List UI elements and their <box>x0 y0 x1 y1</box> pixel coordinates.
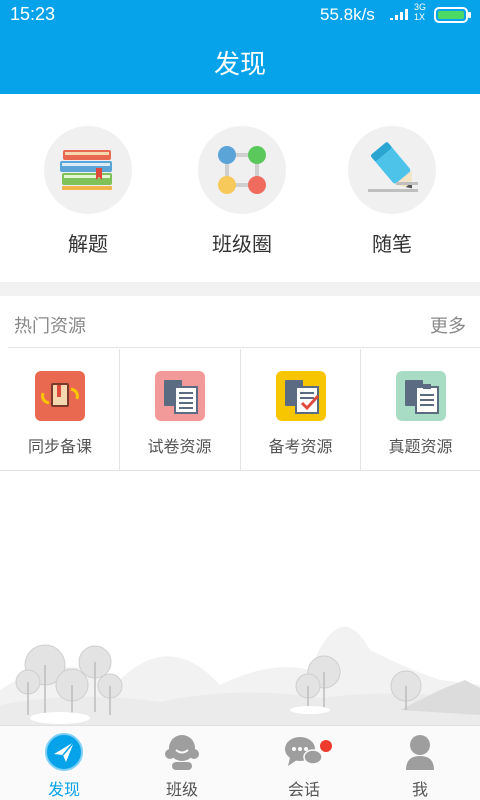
nav-label: 发现 <box>47 780 80 799</box>
quick-entries: 解题 班级圈 随笔 <box>0 94 480 282</box>
more-link[interactable]: 更多 <box>430 312 466 338</box>
resource-exam-paper[interactable]: 试卷资源 <box>119 349 239 471</box>
pencil-note-icon <box>348 126 436 214</box>
nav-chat[interactable]: 会话 <box>244 726 364 800</box>
status-bar: 15:23 55.8k/s 3G 1X <box>0 0 480 30</box>
real-exam-icon <box>395 371 446 421</box>
quick-entry-label: 随笔 <box>372 232 412 256</box>
nav-discover[interactable]: 发现 <box>4 726 124 800</box>
class-icon <box>165 735 199 770</box>
nav-class[interactable]: 班级 <box>122 726 242 800</box>
resource-sync-lesson[interactable]: 同步备课 <box>0 349 120 471</box>
resource-exam-prep[interactable]: 备考资源 <box>240 349 360 471</box>
section-divider <box>0 282 480 296</box>
landscape-illustration <box>0 626 480 725</box>
resource-real-exam[interactable]: 真题资源 <box>360 349 480 471</box>
page-title: 发现 <box>213 50 266 80</box>
section-title: 热门资源 <box>14 316 86 337</box>
quick-entry-notes[interactable]: 随笔 <box>332 126 452 257</box>
network-type-top: 3G <box>414 2 427 12</box>
nav-label: 会话 <box>287 780 320 799</box>
quick-entry-solve[interactable]: 解题 <box>28 126 148 257</box>
signal-icon <box>390 9 408 20</box>
network-speed: 55.8k/s <box>320 5 375 24</box>
quick-entry-label: 解题 <box>68 232 108 256</box>
status-time: 15:23 <box>10 4 56 24</box>
exam-paper-icon <box>154 371 205 421</box>
bottom-nav: 发现 班级 会话 我 <box>0 725 480 800</box>
discover-icon <box>45 733 83 771</box>
quick-entry-label: 班级圈 <box>212 232 272 256</box>
nav-me[interactable]: 我 <box>360 726 480 800</box>
class-circle-icon <box>198 126 286 214</box>
hot-resources-header: 热门资源 更多 <box>0 296 480 348</box>
profile-icon <box>406 735 434 770</box>
unread-badge <box>320 740 332 752</box>
resource-grid: 同步备课 试卷资源 备考资源 真题资源 <box>0 349 480 471</box>
nav-label: 班级 <box>165 780 198 799</box>
resource-label: 同步备课 <box>27 437 92 456</box>
battery-level <box>438 11 464 19</box>
quick-entry-class-circle[interactable]: 班级圈 <box>182 126 302 257</box>
chat-icon <box>285 737 323 766</box>
network-type: 3G 1X <box>414 2 426 22</box>
sync-lesson-icon <box>35 371 85 421</box>
network-type-bottom: 1X <box>414 12 426 22</box>
books-icon <box>44 126 132 214</box>
battery-icon <box>434 7 471 23</box>
resource-label: 试卷资源 <box>147 437 212 456</box>
resource-label: 备考资源 <box>268 437 333 456</box>
nav-label: 我 <box>411 780 428 799</box>
resource-label: 真题资源 <box>388 437 453 456</box>
title-bar: 发现 <box>0 30 480 94</box>
exam-prep-icon <box>275 371 326 421</box>
